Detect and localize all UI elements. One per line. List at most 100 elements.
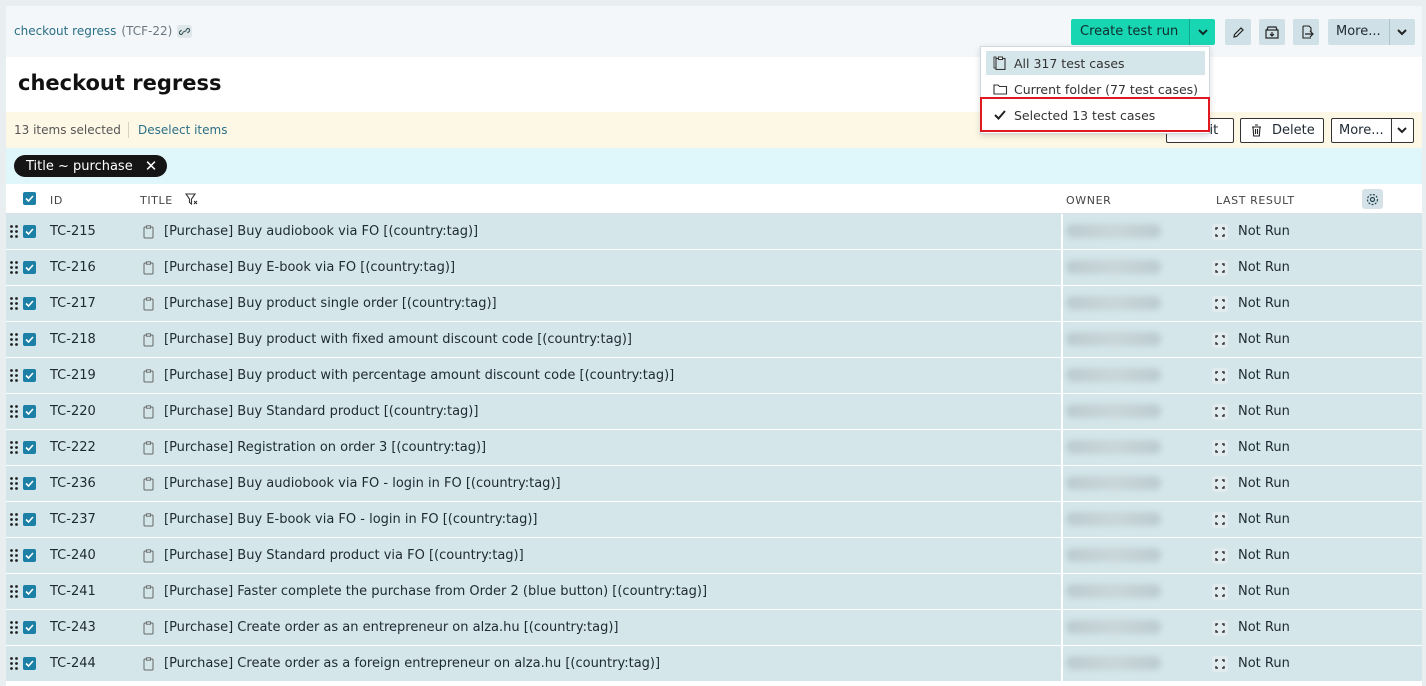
column-header-title[interactable]: TITLE — [140, 194, 173, 207]
test-case-title[interactable]: [Purchase] Buy product with percentage a… — [164, 368, 674, 383]
row-checkbox[interactable] — [23, 441, 36, 454]
column-header-id[interactable]: ID — [50, 194, 63, 207]
column-header-last-result[interactable]: LAST RESULT — [1216, 194, 1295, 207]
test-case-title[interactable]: [Purchase] Faster complete the purchase … — [164, 584, 707, 599]
row-checkbox[interactable] — [23, 297, 36, 310]
close-icon[interactable]: ✕ — [145, 158, 158, 174]
drag-handle-icon[interactable] — [10, 621, 18, 634]
filter-icon[interactable] — [184, 193, 198, 210]
bulk-more-dropdown-toggle[interactable] — [1390, 119, 1413, 142]
drag-handle-icon[interactable] — [10, 225, 18, 238]
test-case-title[interactable]: [Purchase] Create order as an entreprene… — [164, 620, 619, 635]
test-case-title[interactable]: [Purchase] Buy product single order [(co… — [164, 296, 497, 311]
cell-divider — [1061, 214, 1063, 250]
test-case-title[interactable]: [Purchase] Create order as a foreign ent… — [164, 656, 660, 671]
test-case-title[interactable]: [Purchase] Registration on order 3 [(cou… — [164, 440, 486, 455]
table-row[interactable]: TC-237 [Purchase] Buy E-book via FO - log… — [6, 502, 1422, 538]
row-checkbox[interactable] — [23, 477, 36, 490]
export-icon — [1301, 24, 1314, 39]
table-row[interactable]: TC-222 [Purchase] Registration on order 3… — [6, 430, 1422, 466]
drag-handle-icon[interactable] — [10, 369, 18, 382]
table-row[interactable]: TC-236 [Purchase] Buy audiobook via FO - … — [6, 466, 1422, 502]
table-row[interactable]: TC-241 [Purchase] Faster complete the pur… — [6, 574, 1422, 610]
drag-handle-icon[interactable] — [10, 405, 18, 418]
table-row[interactable]: TC-218 [Purchase] Buy product with fixed … — [6, 322, 1422, 358]
table-row[interactable]: TC-215 [Purchase] Buy audiobook via FO [(… — [6, 214, 1422, 250]
drag-handle-icon[interactable] — [10, 477, 18, 490]
deselect-items-link[interactable]: Deselect items — [138, 123, 227, 137]
menu-item-all-test-cases[interactable]: All 317 test cases — [986, 51, 1205, 75]
bulk-more-button[interactable]: More... — [1331, 118, 1414, 143]
bulk-more-label[interactable]: More... — [1332, 123, 1391, 138]
test-case-title[interactable]: [Purchase] Buy E-book via FO - login in … — [164, 512, 537, 527]
header-more-label[interactable]: More... — [1328, 19, 1389, 45]
row-checkbox[interactable] — [23, 657, 36, 670]
test-case-id[interactable]: TC-215 — [50, 224, 96, 239]
table-row[interactable]: TC-244 [Purchase] Create order as a forei… — [6, 646, 1422, 682]
test-case-id[interactable]: TC-236 — [50, 476, 96, 491]
create-test-run-button[interactable]: Create test run — [1071, 19, 1216, 45]
filter-chip-title[interactable]: Title ~ purchase ✕ — [14, 155, 168, 177]
header-more-button[interactable]: More... — [1328, 19, 1415, 45]
test-case-id[interactable]: TC-237 — [50, 512, 96, 527]
row-checkbox[interactable] — [23, 585, 36, 598]
row-checkbox[interactable] — [23, 549, 36, 562]
drag-handle-icon[interactable] — [10, 297, 18, 310]
test-case-id[interactable]: TC-219 — [50, 368, 96, 383]
bulk-delete-button[interactable]: Delete — [1240, 118, 1324, 143]
drag-handle-icon[interactable] — [10, 441, 18, 454]
test-case-id[interactable]: TC-241 — [50, 584, 96, 599]
test-case-title[interactable]: [Purchase] Buy audiobook via FO [(countr… — [164, 224, 478, 239]
edit-folder-button[interactable] — [1225, 19, 1251, 45]
test-case-id[interactable]: TC-244 — [50, 656, 96, 671]
row-checkbox[interactable] — [23, 513, 36, 526]
drag-handle-icon[interactable] — [10, 549, 18, 562]
create-test-run-dropdown-toggle[interactable] — [1189, 19, 1215, 45]
archive-button[interactable] — [1259, 19, 1285, 45]
bulk-delete-label[interactable]: Delete — [1272, 123, 1315, 138]
cell-divider — [1061, 646, 1063, 682]
test-case-id[interactable]: TC-243 — [50, 620, 96, 635]
select-all-checkbox[interactable] — [23, 192, 36, 205]
test-case-title[interactable]: [Purchase] Buy product with fixed amount… — [164, 332, 632, 347]
drag-handle-icon[interactable] — [10, 585, 18, 598]
link-icon[interactable] — [177, 24, 193, 38]
table-row[interactable]: TC-240 [Purchase] Buy Standard product vi… — [6, 538, 1422, 574]
export-button[interactable] — [1293, 19, 1319, 45]
test-case-id[interactable]: TC-217 — [50, 296, 96, 311]
row-checkbox[interactable] — [23, 621, 36, 634]
table-row[interactable]: TC-217 [Purchase] Buy product single orde… — [6, 286, 1422, 322]
test-case-title[interactable]: [Purchase] Buy Standard product via FO [… — [164, 548, 524, 563]
row-checkbox[interactable] — [23, 333, 36, 346]
header-more-dropdown-toggle[interactable] — [1388, 19, 1415, 45]
table-row[interactable]: TC-243 [Purchase] Create order as an entr… — [6, 610, 1422, 646]
table-row[interactable]: TC-220 [Purchase] Buy Standard product [(… — [6, 394, 1422, 430]
breadcrumb-link[interactable]: checkout regress — [14, 24, 116, 38]
test-case-title[interactable]: [Purchase] Buy audiobook via FO - login … — [164, 476, 561, 491]
test-case-id[interactable]: TC-216 — [50, 260, 96, 275]
gear-icon[interactable] — [1362, 189, 1383, 209]
row-checkbox[interactable] — [23, 405, 36, 418]
drag-handle-icon[interactable] — [10, 513, 18, 526]
test-case-id[interactable]: TC-220 — [50, 404, 96, 419]
clipboard-icon — [143, 369, 154, 387]
create-test-run-label[interactable]: Create test run — [1071, 19, 1189, 45]
row-checkbox[interactable] — [23, 261, 36, 274]
column-header-owner[interactable]: OWNER — [1066, 194, 1111, 207]
breadcrumb: checkout regress (TCF-22) — [14, 24, 193, 38]
test-case-id[interactable]: TC-222 — [50, 440, 96, 455]
test-case-title[interactable]: [Purchase] Buy Standard product [(countr… — [164, 404, 478, 419]
row-checkbox[interactable] — [23, 225, 36, 238]
table-row[interactable]: TC-216 [Purchase] Buy E-book via FO [(cou… — [6, 250, 1422, 286]
drag-handle-icon[interactable] — [10, 657, 18, 670]
owner-blurred — [1066, 548, 1161, 562]
table-row[interactable]: TC-219 [Purchase] Buy product with percen… — [6, 358, 1422, 394]
test-case-id[interactable]: TC-218 — [50, 332, 96, 347]
drag-handle-icon[interactable] — [10, 261, 18, 274]
test-case-id[interactable]: TC-240 — [50, 548, 96, 563]
row-checkbox[interactable] — [23, 369, 36, 382]
drag-handle-icon[interactable] — [10, 333, 18, 346]
folder-icon — [986, 83, 1014, 95]
test-case-title[interactable]: [Purchase] Buy E-book via FO [(country:t… — [164, 260, 455, 275]
last-result-status: Not Run — [1238, 404, 1290, 419]
